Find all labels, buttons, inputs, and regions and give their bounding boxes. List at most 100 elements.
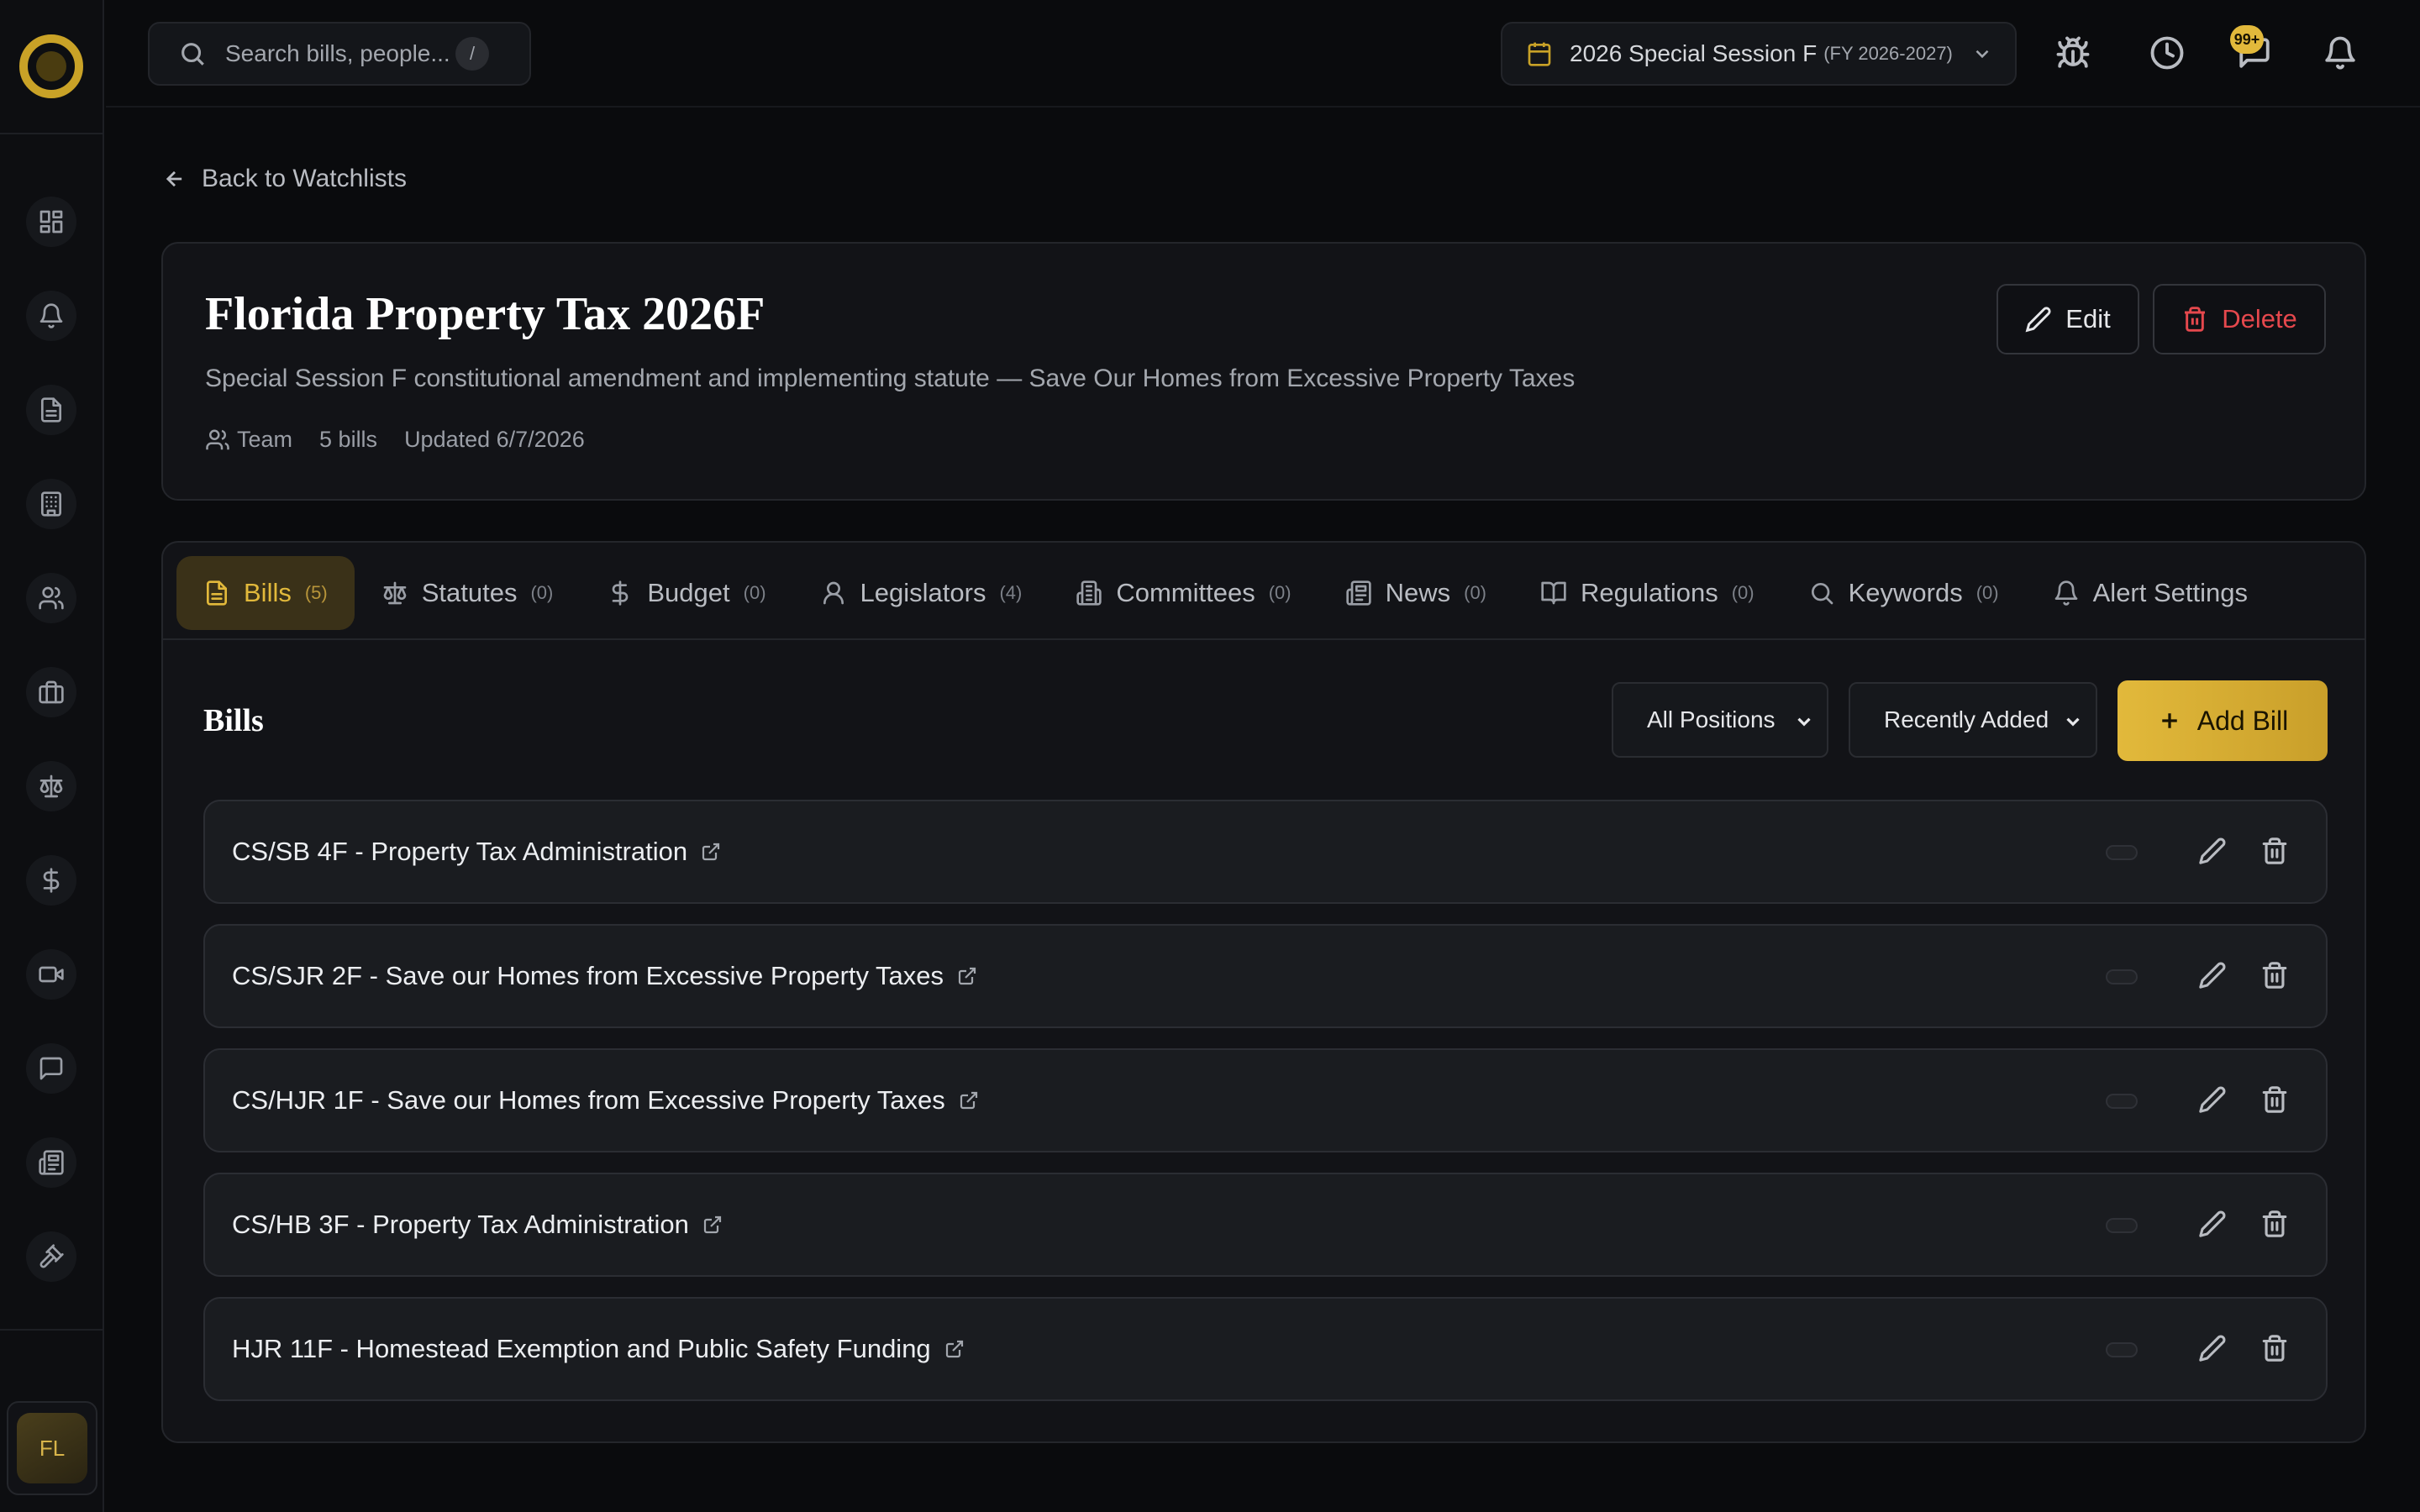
pencil-icon — [2199, 1086, 2226, 1113]
position-filter-value: All Positions — [1647, 706, 1776, 732]
bill-link[interactable]: CS/HB 3F - Property Tax Administration — [232, 1210, 723, 1240]
edit-bill-button[interactable] — [2198, 1085, 2228, 1116]
remove-bill-button[interactable] — [2260, 1334, 2291, 1364]
edit-bill-button[interactable] — [2198, 1210, 2228, 1240]
trash-icon — [2262, 1335, 2287, 1362]
delete-label: Delete — [2222, 304, 2297, 333]
sidebar-item-committees[interactable] — [26, 479, 76, 529]
bill-row[interactable]: HJR 11F - Homestead Exemption and Public… — [203, 1297, 2328, 1401]
bug-report-button[interactable] — [2054, 34, 2092, 72]
external-link-icon — [958, 967, 976, 985]
sidebar-item-people[interactable] — [26, 573, 76, 623]
back-link-label: Back to Watchlists — [202, 165, 407, 192]
session-fiscal-year: (FY 2026-2027) — [1823, 43, 1953, 64]
sidebar-item-messages[interactable] — [26, 1043, 76, 1094]
building-icon — [41, 491, 61, 517]
sidebar-item-news[interactable] — [26, 1137, 76, 1188]
position-toggle[interactable] — [2106, 969, 2138, 984]
position-toggle[interactable] — [2106, 1094, 2138, 1109]
remove-bill-button[interactable] — [2260, 1210, 2291, 1240]
sidebar-item-hearings[interactable] — [26, 1231, 76, 1282]
calendar-icon — [1528, 42, 1551, 66]
tab-legislators[interactable]: Legislators (4) — [793, 556, 1050, 630]
tab-alert-settings[interactable]: Alert Settings — [2026, 556, 2275, 630]
bill-link[interactable]: CS/HJR 1F - Save our Homes from Excessiv… — [232, 1085, 979, 1116]
tab-keywords[interactable]: Keywords (0) — [1781, 556, 2026, 630]
bill-row[interactable]: CS/HB 3F - Property Tax Administration — [203, 1173, 2328, 1277]
sidebar-item-lobbying[interactable] — [26, 667, 76, 717]
sidebar-item-statutes[interactable] — [26, 761, 76, 811]
edit-bill-button[interactable] — [2198, 837, 2228, 867]
remove-bill-button[interactable] — [2260, 961, 2291, 991]
remove-bill-button[interactable] — [2260, 837, 2291, 867]
pencil-icon — [2199, 1210, 2226, 1237]
position-toggle[interactable] — [2106, 845, 2138, 860]
sidebar-item-dashboard[interactable] — [26, 197, 76, 247]
bug-icon — [2056, 36, 2090, 68]
tab-label: News — [1385, 578, 1451, 607]
edit-label: Edit — [2065, 304, 2111, 333]
pencil-icon — [2199, 837, 2226, 864]
newspaper-icon — [39, 1150, 64, 1175]
tab-count: (5) — [304, 582, 328, 603]
bill-title: CS/SB 4F - Property Tax Administration — [232, 837, 688, 866]
position-toggle[interactable] — [2106, 1218, 2138, 1233]
watchlist-bill-count: 5 bills — [319, 427, 378, 452]
tab-label: Budget — [647, 578, 730, 607]
arrow-left-icon — [166, 171, 182, 187]
tab-committees[interactable]: Committees (0) — [1049, 556, 1318, 630]
external-link-icon — [960, 1091, 977, 1110]
add-bill-button[interactable]: Add Bill — [2118, 680, 2328, 761]
sidebar-item-bills[interactable] — [26, 385, 76, 435]
dollar-icon — [613, 580, 629, 606]
remove-bill-button[interactable] — [2260, 1085, 2291, 1116]
app-logo[interactable] — [19, 34, 83, 98]
users-icon — [206, 429, 229, 449]
bill-link[interactable]: CS/SB 4F - Property Tax Administration — [232, 837, 721, 867]
sidebar-divider — [0, 1329, 103, 1331]
tab-statutes[interactable]: Statutes (0) — [355, 556, 581, 630]
watchlist-owner: Team — [237, 427, 293, 452]
search-input[interactable] — [225, 40, 452, 67]
watchlist-header: Florida Property Tax 2026F Special Sessi… — [161, 242, 2366, 501]
tab-regulations[interactable]: Regulations (0) — [1513, 556, 1781, 630]
edit-watchlist-button[interactable]: Edit — [1996, 284, 2139, 354]
bill-row[interactable]: CS/HJR 1F - Save our Homes from Excessiv… — [203, 1048, 2328, 1152]
user-menu[interactable]: FL — [7, 1401, 97, 1495]
tab-count: (0) — [1731, 582, 1754, 603]
edit-bill-button[interactable] — [2198, 1334, 2228, 1364]
tab-bills[interactable]: Bills (5) — [176, 556, 355, 630]
bill-row[interactable]: CS/SJR 2F - Save our Homes from Excessiv… — [203, 924, 2328, 1028]
back-to-watchlists-link[interactable]: Back to Watchlists — [163, 165, 407, 193]
position-filter-select[interactable]: All Positions — [1612, 682, 1828, 758]
bill-link[interactable]: HJR 11F - Homestead Exemption and Public… — [232, 1334, 965, 1364]
sidebar-item-video[interactable] — [26, 949, 76, 1000]
tab-count: (0) — [1464, 582, 1487, 603]
bill-link[interactable]: CS/SJR 2F - Save our Homes from Excessiv… — [232, 961, 977, 991]
sidebar-item-budget[interactable] — [26, 855, 76, 906]
trash-icon — [2262, 1086, 2287, 1113]
trash-icon — [2262, 1210, 2287, 1237]
chevron-down-icon — [1975, 50, 1989, 59]
position-toggle[interactable] — [2106, 1342, 2138, 1357]
session-selector[interactable]: 2026 Special Session F (FY 2026-2027) — [1501, 22, 2017, 86]
external-link-icon — [945, 1340, 963, 1358]
tab-label: Committees — [1116, 578, 1255, 607]
edit-bill-button[interactable] — [2198, 961, 2228, 991]
search-shortcut-hint: / — [455, 37, 489, 71]
notifications-button[interactable] — [2321, 34, 2360, 72]
history-button[interactable] — [2148, 34, 2186, 72]
video-icon — [39, 966, 64, 983]
pencil-icon — [2199, 962, 2226, 989]
bill-row[interactable]: CS/SB 4F - Property Tax Administration — [203, 800, 2328, 904]
delete-watchlist-button[interactable]: Delete — [2153, 284, 2326, 354]
tab-news[interactable]: News (0) — [1318, 556, 1513, 630]
search-box[interactable]: / — [148, 22, 531, 86]
pencil-icon — [2025, 307, 2051, 333]
sort-select[interactable]: Recently Added — [1849, 682, 2097, 758]
avatar[interactable]: FL — [17, 1413, 87, 1483]
sidebar-item-alerts[interactable] — [26, 291, 76, 341]
scale-icon — [383, 581, 407, 605]
tab-budget[interactable]: Budget (0) — [580, 556, 792, 630]
watchlist-content: Bills (5) Statutes (0) Budget (0) Legisl… — [161, 541, 2366, 1443]
